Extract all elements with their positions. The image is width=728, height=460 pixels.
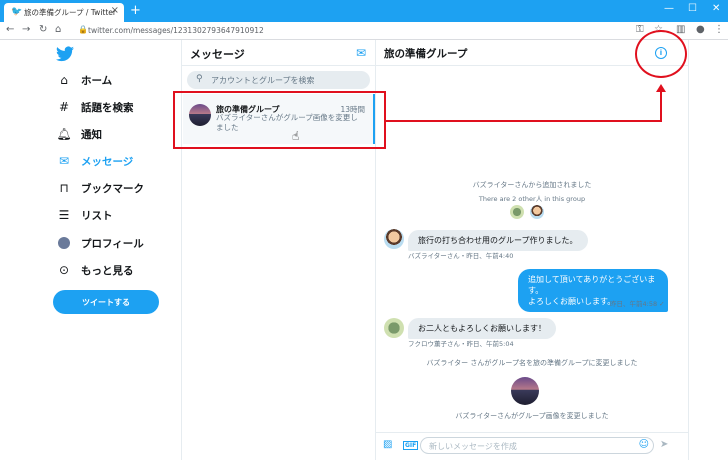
divider — [688, 40, 689, 460]
nav-item-lists[interactable]: ☰ リスト — [56, 205, 113, 225]
annotation-line — [660, 92, 662, 122]
chat-title: 旅の準備グループ — [384, 48, 468, 60]
new-tab-button[interactable]: + — [130, 4, 141, 17]
system-message: バズライターさんから追加されました — [472, 181, 592, 189]
nav-label: もっと見る — [81, 264, 134, 277]
list-icon: ☰ — [58, 208, 70, 222]
messages-title: メッセージ — [190, 48, 245, 61]
hashtag-icon: # — [58, 100, 70, 114]
maximize-window-icon[interactable]: ☐ — [688, 3, 697, 14]
nav-item-bookmarks[interactable]: ⊓ ブックマーク — [56, 178, 144, 198]
image-icon[interactable]: ▨ — [383, 439, 392, 450]
lock-icon: 🔒 — [78, 25, 88, 34]
search-placeholder: アカウントとグループを検索 — [211, 76, 315, 85]
members-note: There are 2 other人 in this group — [478, 195, 586, 203]
sender-avatar — [384, 318, 404, 338]
back-icon[interactable]: ← — [6, 24, 14, 35]
system-message: バズライターさんがグループ画像を変更しました — [455, 412, 609, 420]
minimize-window-icon[interactable]: — — [664, 3, 674, 14]
annotation-arrow — [656, 84, 666, 92]
url-text: twitter.com/messages/1231302793647910912 — [88, 26, 264, 35]
message-input[interactable]: 新しいメッセージを作成 ☺ — [420, 437, 654, 454]
nav-item-more[interactable]: ⊙ もっと見る — [56, 260, 134, 280]
nav-label: ホーム — [81, 74, 113, 87]
extension-icon[interactable]: ▥ — [676, 24, 685, 35]
sender-avatar — [384, 229, 404, 249]
url-field[interactable]: 🔒 twitter.com/messages/12313027936479109… — [78, 24, 638, 38]
profile-avatar-icon — [56, 235, 72, 251]
browser-tab[interactable]: 🐦 旅の準備グループ / Twitter × — [4, 3, 124, 22]
menu-kebab-icon[interactable]: ⋮ — [714, 24, 724, 35]
message-line: 追加して頂いてありがとうございます。 — [528, 275, 656, 295]
message-placeholder: 新しいメッセージを作成 — [429, 442, 517, 451]
bookmark-icon: ⊓ — [59, 181, 69, 195]
message-meta: 昨日、午前4:58 ✓ — [610, 300, 665, 308]
key-icon[interactable]: ⚿ — [636, 24, 644, 35]
gif-icon[interactable]: GIF — [403, 441, 419, 450]
reload-icon[interactable]: ↻ — [39, 24, 47, 35]
twitter-logo-icon[interactable] — [56, 46, 74, 62]
member-avatar — [530, 205, 544, 219]
emoji-icon[interactable]: ☺ — [639, 439, 649, 450]
search-icon: ⚲ — [196, 74, 203, 84]
send-icon[interactable]: ➤ — [660, 439, 668, 450]
home-icon: ⌂ — [60, 73, 68, 87]
nav-label: 話題を検索 — [81, 101, 134, 114]
message-bubble: 旅行の打ち合わせ用のグループ作りました。 — [408, 230, 588, 251]
nav-label: ブックマーク — [81, 182, 144, 195]
nav-label: リスト — [81, 209, 113, 222]
search-input[interactable]: ⚲ アカウントとグループを検索 — [187, 71, 370, 89]
forward-icon[interactable]: → — [22, 24, 30, 35]
account-icon[interactable]: ● — [696, 24, 705, 35]
tweet-button[interactable]: ツイートする — [53, 290, 159, 314]
nav-item-notifications[interactable]: 🔔︎ 通知 — [56, 124, 102, 144]
nav-item-explore[interactable]: # 話題を検索 — [56, 97, 134, 117]
annotation-line — [386, 120, 662, 122]
message-meta: バズライターさん・昨日、午前4:40 — [408, 252, 514, 260]
highlight-circle — [635, 30, 687, 78]
header-divider — [182, 65, 688, 66]
new-message-icon[interactable]: ✉ — [356, 46, 366, 60]
composer: ▨ GIF 新しいメッセージを作成 ☺ ➤ — [376, 436, 688, 456]
member-avatar — [510, 205, 524, 219]
nav-item-home[interactable]: ⌂ ホーム — [56, 70, 112, 90]
envelope-icon: ✉ — [58, 154, 70, 168]
more-circle-icon: ⊙ — [58, 263, 70, 277]
nav-item-profile[interactable]: プロフィール — [56, 233, 144, 253]
group-image — [511, 377, 539, 405]
nav-item-messages[interactable]: ✉ メッセージ — [56, 151, 133, 171]
message-bubble: お二人ともよろしくお願いします！ — [408, 318, 556, 339]
highlight-box — [173, 91, 386, 149]
message-meta: フクロウ薫子さん・昨日、午前5:04 — [408, 340, 514, 348]
nav-label: 通知 — [81, 128, 102, 141]
home-browser-icon[interactable]: ⌂ — [55, 24, 61, 35]
nav-label: プロフィール — [81, 237, 144, 250]
bell-icon: 🔔︎ — [56, 127, 72, 141]
twitter-favicon-icon: 🐦 — [11, 7, 23, 17]
close-window-icon[interactable]: ✕ — [712, 3, 720, 14]
composer-divider — [376, 432, 688, 433]
nav-label: メッセージ — [81, 155, 134, 168]
tab-title: 旅の準備グループ / Twitter — [24, 8, 116, 17]
system-message: バズライター さんがグループ名を旅の準備グループに変更しました — [426, 359, 638, 367]
close-tab-icon[interactable]: × — [111, 5, 119, 16]
